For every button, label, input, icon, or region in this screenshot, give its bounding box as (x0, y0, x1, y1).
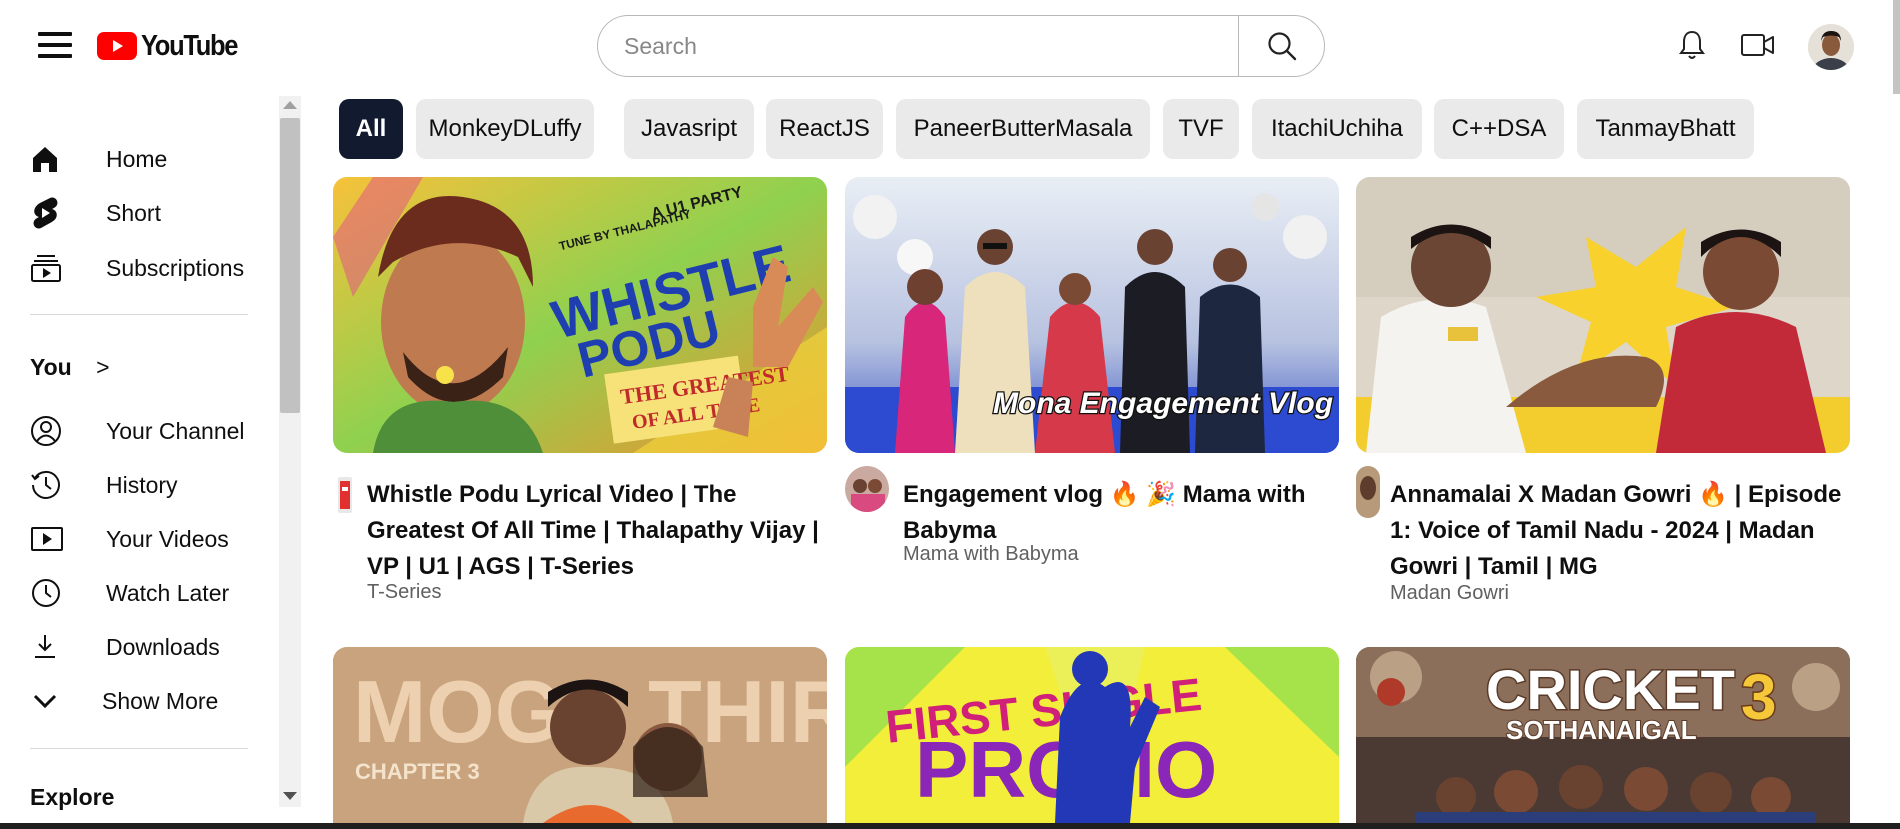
chip-tvf[interactable]: TVF (1163, 99, 1239, 159)
sidebar-scrollbar-thumb[interactable] (280, 118, 300, 413)
video-thumbnail[interactable]: Mona Engagement Vlog (845, 177, 1339, 453)
sidebar-divider (30, 748, 248, 749)
sidebar-item-show-more[interactable]: Show More (30, 678, 270, 724)
taskbar-edge (0, 823, 1900, 829)
thumb-text: CHAPTER 3 (355, 759, 480, 784)
bell-icon[interactable] (1672, 25, 1712, 65)
channel-avatar[interactable] (338, 477, 352, 513)
video-card[interactable]: WHISTLE PODU TUNE BY THALAPATHY A U1 PAR… (333, 177, 827, 607)
sidebar-item-downloads[interactable]: Downloads (30, 624, 270, 670)
youtube-logo[interactable]: YouTube (97, 28, 250, 64)
video-card[interactable]: Mona Engagement Vlog Engagement vlog 🔥 🎉… (845, 177, 1339, 577)
chip-reactjs[interactable]: ReactJS (766, 99, 883, 159)
thumb-text: 3 (1741, 661, 1777, 733)
video-title[interactable]: Whistle Podu Lyrical Video | The Greates… (367, 477, 827, 585)
sidebar-item-label: Home (106, 145, 168, 172)
home-icon (30, 139, 76, 179)
chip-monkeydluffy[interactable]: MonkeyDLuffy (416, 99, 594, 159)
channel-avatar[interactable] (1356, 466, 1380, 518)
download-icon (30, 627, 76, 667)
avatar[interactable] (1808, 24, 1854, 70)
page-scrollbar[interactable] (1893, 0, 1900, 94)
sidebar-divider (30, 314, 248, 315)
sidebar-item-label: History (106, 471, 178, 498)
sidebar-item-label: Short (106, 199, 161, 226)
logo-text: YouTube (141, 29, 238, 62)
menu-icon[interactable] (38, 30, 74, 60)
sidebar-item-subscriptions[interactable]: Subscriptions (30, 245, 270, 291)
sidebar-item-short[interactable]: Short (30, 190, 270, 236)
channel-name[interactable]: Madan Gowri (1390, 582, 1509, 605)
chip-itachiuchiha[interactable]: ItachiUchiha (1252, 99, 1422, 159)
video-thumbnail[interactable]: FIRST SINGLE PROMO (845, 647, 1339, 823)
sidebar-item-label: Downloads (106, 633, 220, 660)
top-header: YouTube (0, 0, 1900, 94)
shorts-icon (30, 193, 76, 233)
channel-name[interactable]: Mama with Babyma (903, 543, 1079, 566)
sidebar-item-history[interactable]: History (30, 462, 270, 508)
sidebar-item-home[interactable]: Home (30, 136, 270, 182)
video-title[interactable]: Engagement vlog 🔥 🎉 Mama with Babyma (903, 477, 1343, 549)
search-input[interactable] (622, 16, 1216, 77)
video-card[interactable]: FIRST SINGLE PROMO (845, 647, 1339, 823)
thumb-text: SOTHANAIGAL (1506, 715, 1697, 745)
watch-later-icon (30, 573, 76, 613)
chip-cppdsa[interactable]: C++DSA (1434, 99, 1564, 159)
video-card[interactable]: Annamalai X Madan Gowri 🔥 | Episode 1: V… (1356, 177, 1850, 607)
video-thumbnail[interactable]: MOGA THIRAI CHAPTER 3 (333, 647, 827, 823)
channel-name[interactable]: T-Series (367, 581, 441, 604)
video-card[interactable]: CRICKET SOTHANAIGAL 3 (1356, 647, 1850, 823)
thumb-text: Mona Engagement Vlog (993, 387, 1333, 420)
thumb-text: CRICKET (1486, 658, 1735, 721)
subscriptions-icon (30, 248, 76, 288)
sidebar-item-label: Your Channel (106, 417, 245, 444)
video-title[interactable]: Annamalai X Madan Gowri 🔥 | Episode 1: V… (1390, 477, 1850, 585)
video-card[interactable]: MOGA THIRAI CHAPTER 3 (333, 647, 827, 823)
sidebar-explore-heading[interactable]: Explore (30, 784, 114, 811)
video-thumbnail[interactable] (1356, 177, 1850, 453)
channel-icon (30, 411, 76, 451)
scroll-up-arrow-icon[interactable] (283, 101, 297, 109)
you-label: You (30, 354, 72, 380)
search-icon (1267, 32, 1296, 61)
video-camera-icon[interactable] (1738, 25, 1778, 65)
chip-javasript[interactable]: Javasript (624, 99, 754, 159)
your-videos-icon (30, 519, 76, 559)
sidebar-item-watch-later[interactable]: Watch Later (30, 570, 270, 616)
sidebar: Home Short Subscriptions You > Your Chan… (0, 94, 300, 829)
chevron-right-icon: > (96, 354, 110, 380)
search-button[interactable] (1238, 15, 1325, 77)
sidebar-item-label: Subscriptions (106, 254, 245, 281)
sidebar-item-label: Watch Later (106, 579, 230, 606)
youtube-play-icon (97, 32, 137, 60)
sidebar-item-your-channel[interactable]: Your Channel (30, 408, 270, 454)
video-thumbnail[interactable]: CRICKET SOTHANAIGAL 3 (1356, 647, 1850, 823)
sidebar-item-your-videos[interactable]: Your Videos (30, 516, 270, 562)
video-thumbnail[interactable]: WHISTLE PODU TUNE BY THALAPATHY A U1 PAR… (333, 177, 827, 453)
scroll-down-arrow-icon[interactable] (283, 792, 297, 800)
chip-all[interactable]: All (339, 99, 403, 159)
sidebar-item-label: Your Videos (106, 525, 229, 552)
sidebar-you-heading[interactable]: You > (30, 354, 110, 381)
sidebar-item-label: Show More (102, 687, 219, 714)
search-bar (597, 15, 1238, 77)
channel-avatar[interactable] (845, 466, 889, 512)
chip-tanmaybhatt[interactable]: TanmayBhatt (1577, 99, 1754, 159)
history-icon (30, 465, 76, 505)
chip-paneerbuttermasala[interactable]: PaneerButterMasala (896, 99, 1150, 159)
chevron-down-icon (30, 681, 76, 721)
